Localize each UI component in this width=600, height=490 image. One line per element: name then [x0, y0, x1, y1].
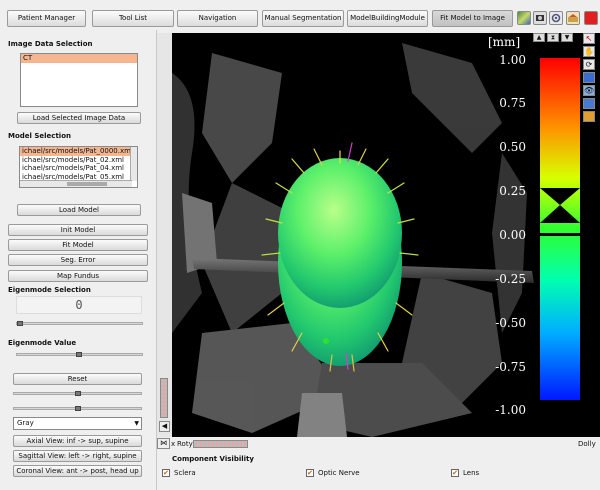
colorbar-tick: -1.00 — [495, 403, 526, 417]
colorbar-tick: 0.50 — [499, 140, 526, 154]
sclera-label: Sclera — [174, 469, 196, 477]
slice-slider-1-handle[interactable] — [75, 391, 81, 396]
3d-scene — [172, 43, 580, 437]
model-list[interactable]: ichael/src/models/Pat_0000.xml ichael/sr… — [19, 146, 138, 188]
elevation-thumbwheel[interactable] — [160, 378, 168, 418]
top-toolbar: Patient Manager Tool List Navigation Man… — [0, 0, 600, 30]
viewer-tool-column: ↖ ✋ ⟳ 👁 — [583, 33, 597, 143]
image-list-item[interactable]: CT — [21, 54, 137, 63]
save-icon[interactable] — [566, 11, 580, 25]
load-selected-image-button[interactable]: Load Selected Image Data — [17, 112, 141, 124]
manual-segmentation-button[interactable]: Manual Segmentation — [262, 10, 344, 27]
image-data-selection-heading: Image Data Selection — [8, 40, 93, 48]
colorbar-tick: 0.00 — [499, 228, 526, 242]
x-label: x — [171, 440, 176, 448]
sagittal-view-button[interactable]: Sagittal View: left -> right, supine — [13, 450, 142, 462]
arrow-up-icon[interactable]: ▲ — [533, 33, 545, 42]
eigenmode-selection-slider-handle[interactable] — [17, 321, 23, 326]
eigenmode-lcd-display: 0 — [16, 296, 142, 314]
fly-icon[interactable] — [583, 98, 595, 109]
model-list-item[interactable]: ichael/src/models/Pat_02.xml — [20, 156, 130, 165]
close-icon[interactable] — [584, 11, 598, 25]
slice-slider-2-handle[interactable] — [75, 406, 81, 411]
eigenmode-selection-slider[interactable] — [16, 322, 143, 325]
fullscreen-icon[interactable]: ⋈ — [157, 438, 170, 449]
shield-icon[interactable] — [583, 111, 595, 122]
colorbar-tick: -0.25 — [495, 272, 526, 286]
map-fundus-button[interactable]: Map Fundus — [8, 270, 148, 282]
navigation-button[interactable]: Navigation — [177, 10, 258, 27]
colorbar-tick: 0.25 — [499, 184, 526, 198]
init-model-button[interactable]: Init Model — [8, 224, 148, 236]
image-icon[interactable] — [517, 11, 531, 25]
lens-label: Lens — [463, 469, 480, 477]
viewer-left-strip: ◀ — [157, 33, 172, 437]
colorbar-tick: -0.50 — [495, 316, 526, 330]
image-data-list[interactable]: CT — [20, 53, 138, 107]
hand-icon[interactable]: ✋ — [583, 46, 595, 57]
colormap-select[interactable]: Gray ▼ — [13, 417, 142, 430]
model-list-item[interactable]: ichael/src/models/Pat_04.xml — [20, 164, 130, 173]
fit-model-button[interactable]: Fit Model — [8, 239, 148, 251]
seg-error-button[interactable]: Seg. Error — [8, 254, 148, 266]
model-list-vertical-scrollbar[interactable] — [130, 147, 137, 181]
eigenmode-selection-heading: Eigenmode Selection — [8, 286, 91, 294]
hourglass-icon[interactable]: ⧗ — [547, 33, 559, 42]
coronal-view-button[interactable]: Coronal View: ant -> post, head up — [13, 465, 142, 477]
3d-viewer[interactable]: [mm] 1.00 0.75 0.50 0.25 0.00 -0.25 -0.5… — [172, 33, 600, 437]
model-list-item[interactable]: ichael/src/models/Pat_0000.xml — [20, 147, 130, 156]
chevron-down-icon: ▼ — [134, 420, 139, 427]
dolly-label: Dolly — [578, 440, 596, 448]
eye-icon[interactable]: 👁 — [583, 85, 595, 96]
eigenmode-value-heading: Eigenmode Value — [8, 339, 77, 347]
zoom-icon[interactable] — [583, 72, 595, 83]
pointer-icon[interactable]: ↖ — [583, 33, 595, 44]
colorbar-tick: 0.75 — [499, 96, 526, 110]
colorbar-tick: 1.00 — [499, 53, 526, 67]
colorbar — [540, 58, 580, 400]
axial-view-button[interactable]: Axial View: inf -> sup, supine — [13, 435, 142, 447]
left-control-panel: Image Data Selection CT Load Selected Im… — [0, 30, 155, 490]
lens-checkbox[interactable]: ✔ — [451, 469, 459, 477]
screenshot-icon[interactable] — [533, 11, 547, 25]
load-model-button[interactable]: Load Model — [17, 204, 141, 216]
colorbar-tick: -0.75 — [495, 360, 526, 374]
arrow-down-icon[interactable]: ▼ — [561, 33, 573, 42]
roty-label: Roty — [177, 440, 193, 448]
reset-button[interactable]: Reset — [13, 373, 142, 385]
eigenmode-value-slider-handle[interactable] — [76, 352, 82, 357]
optic-nerve-checkbox[interactable]: ✔ — [306, 469, 314, 477]
unit-label: [mm] — [488, 35, 521, 49]
patient-manager-button[interactable]: Patient Manager — [7, 10, 86, 27]
model-list-horizontal-scrollbar[interactable] — [20, 180, 132, 187]
sclera-checkbox[interactable]: ✔ — [162, 469, 170, 477]
roty-thumbwheel[interactable] — [193, 440, 248, 448]
arrow-left-icon[interactable]: ◀ — [159, 421, 170, 432]
rotate-icon[interactable]: ⟳ — [583, 59, 595, 70]
optic-nerve-label: Optic Nerve — [318, 469, 360, 477]
component-visibility-heading: Component Visibility — [172, 455, 254, 463]
model-selection-heading: Model Selection — [8, 132, 71, 140]
fit-model-to-image-button[interactable]: Fit Model to Image — [432, 10, 513, 27]
model-building-module-button[interactable]: ModelBuildingModule — [347, 10, 428, 27]
settings-icon[interactable] — [549, 11, 563, 25]
colormap-select-value: Gray — [17, 419, 34, 427]
tool-list-button[interactable]: Tool List — [92, 10, 174, 27]
